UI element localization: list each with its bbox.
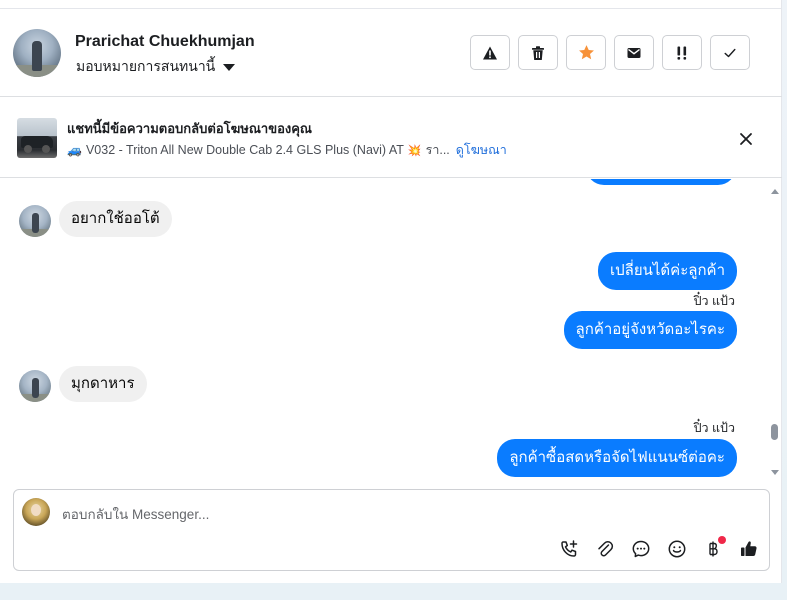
- saved-replies-button[interactable]: [628, 536, 654, 562]
- message-bubble-partial: [586, 179, 736, 185]
- message-bubble-outgoing[interactable]: เปลี่ยนได้ค่ะลูกค้า: [598, 252, 737, 290]
- mark-unread-button[interactable]: [614, 35, 654, 70]
- paperclip-icon: [598, 541, 614, 557]
- triangle-down-icon: [771, 470, 779, 475]
- ad-banner-subtitle: 🚙 V032 - Triton All New Double Cab 2.4 G…: [67, 140, 507, 160]
- message-bubble-outgoing[interactable]: ลูกค้าซื้อสดหรือจัดไฟแนนซ์ต่อคะ: [497, 439, 737, 477]
- close-icon: [740, 133, 752, 145]
- ad-banner-title: แชทนี้มีข้อความตอบกลับต่อโฆษณาของคุณ: [67, 121, 312, 136]
- ad-product-name: V032 - Triton All New Double Cab 2.4 GLS…: [85, 143, 404, 157]
- follow-up-button[interactable]: [662, 35, 702, 70]
- close-banner-button[interactable]: [735, 129, 757, 149]
- message-bubble-outgoing[interactable]: ลูกค้าอยู่จังหวัดอะไรคะ: [563, 311, 737, 349]
- ad-reply-banner: แชทนี้มีข้อความตอบกลับต่อโฆษณาของคุณ 🚙 V…: [0, 98, 782, 178]
- ad-product-tail: รา...: [425, 143, 450, 157]
- thumbs-up-icon: [741, 541, 757, 556]
- seen-by-label: ปิ๋ว แป้ว: [693, 294, 735, 308]
- checkmark-icon: [724, 48, 736, 57]
- payment-button[interactable]: [700, 536, 726, 562]
- contact-avatar[interactable]: [13, 29, 61, 77]
- page-avatar: [22, 498, 50, 526]
- attach-button[interactable]: [592, 536, 618, 562]
- envelope-icon: [627, 47, 641, 58]
- emoji-button[interactable]: [664, 536, 690, 562]
- caret-down-icon: [223, 63, 236, 71]
- spark-icon: 💥: [407, 144, 422, 157]
- scrollbar-thumb[interactable]: [771, 424, 778, 440]
- contact-name[interactable]: Prarichat Chuekhumjan: [75, 33, 255, 51]
- notification-dot: [718, 536, 726, 544]
- contact-avatar-small: [19, 370, 51, 402]
- triangle-up-icon: [771, 189, 779, 194]
- spam-button[interactable]: [470, 35, 510, 70]
- like-button[interactable]: [736, 536, 762, 562]
- double-exclamation-icon: [677, 46, 687, 60]
- conversation-panel: Prarichat Chuekhumjan มอบหมายการสนทนานี้: [0, 0, 782, 583]
- smiley-icon: [668, 540, 686, 558]
- view-ad-link[interactable]: ดูโฆษณา: [456, 140, 507, 160]
- message-bubble-incoming[interactable]: มุกดาหาร: [59, 366, 147, 402]
- warning-triangle-icon: [483, 46, 497, 59]
- header-actions: [470, 35, 750, 70]
- message-bubble-incoming[interactable]: อยากใช้ออโต้: [59, 201, 172, 237]
- ad-thumbnail[interactable]: [17, 118, 57, 158]
- contact-avatar-small: [19, 205, 51, 237]
- message-thread[interactable]: อยากใช้ออโต้ เปลี่ยนได้ค่ะลูกค้า ปิ๋ว แป…: [0, 179, 766, 477]
- delete-button[interactable]: [518, 35, 558, 70]
- message-composer: [13, 489, 770, 571]
- assign-label: มอบหมายการสนทนานี้: [76, 58, 216, 74]
- mark-done-button[interactable]: [710, 35, 750, 70]
- call-button[interactable]: [556, 536, 582, 562]
- reply-input[interactable]: [62, 504, 742, 524]
- trash-icon: [532, 45, 544, 60]
- call-add-icon: [561, 540, 578, 557]
- truck-icon: 🚙: [67, 143, 82, 157]
- seen-by-label: ปิ๋ว แป้ว: [693, 421, 735, 435]
- star-button[interactable]: [566, 35, 606, 70]
- composer-tools: [556, 536, 762, 562]
- scroll-up-arrow[interactable]: [769, 181, 781, 194]
- chat-bubble-icon: [632, 540, 650, 558]
- star-icon: [578, 45, 594, 60]
- assign-conversation-dropdown[interactable]: มอบหมายการสนทนานี้: [76, 56, 236, 78]
- conversation-header: Prarichat Chuekhumjan มอบหมายการสนทนานี้: [0, 9, 782, 97]
- scroll-down-arrow[interactable]: [769, 463, 781, 475]
